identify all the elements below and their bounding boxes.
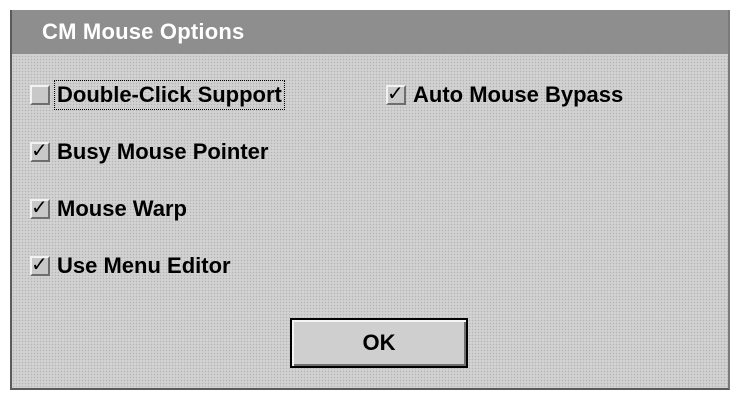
mouse-warp-checkbox[interactable]: ✓ bbox=[30, 195, 50, 219]
busy-mouse-pointer-label[interactable]: Busy Mouse Pointer bbox=[55, 138, 270, 166]
auto-mouse-bypass-option[interactable]: ✓ Auto Mouse Bypass bbox=[386, 80, 625, 110]
auto-mouse-bypass-label[interactable]: Auto Mouse Bypass bbox=[411, 81, 625, 109]
checkmark-icon: ✓ bbox=[387, 81, 404, 105]
checkmark-icon: ✓ bbox=[31, 195, 48, 219]
use-menu-editor-label[interactable]: Use Menu Editor bbox=[55, 252, 233, 280]
double-click-support-label[interactable]: Double-Click Support bbox=[54, 80, 285, 110]
busy-mouse-pointer-option[interactable]: ✓ Busy Mouse Pointer bbox=[30, 137, 270, 167]
checkmark-icon: ✓ bbox=[31, 138, 48, 162]
title-bar[interactable]: CM Mouse Options bbox=[12, 10, 728, 54]
window-title: CM Mouse Options bbox=[42, 19, 245, 44]
mouse-options-dialog: CM Mouse Options ✓ Double-Click Support … bbox=[10, 10, 730, 390]
busy-mouse-pointer-checkbox[interactable]: ✓ bbox=[30, 138, 50, 162]
double-click-support-option[interactable]: ✓ Double-Click Support bbox=[30, 80, 285, 110]
double-click-support-checkbox[interactable]: ✓ bbox=[30, 85, 50, 105]
mouse-warp-label[interactable]: Mouse Warp bbox=[55, 195, 189, 223]
checkmark-icon: ✓ bbox=[31, 252, 48, 276]
ok-button[interactable]: OK bbox=[290, 318, 468, 368]
mouse-warp-option[interactable]: ✓ Mouse Warp bbox=[30, 194, 189, 224]
use-menu-editor-checkbox[interactable]: ✓ bbox=[30, 252, 50, 276]
auto-mouse-bypass-checkbox[interactable]: ✓ bbox=[386, 81, 406, 105]
use-menu-editor-option[interactable]: ✓ Use Menu Editor bbox=[30, 251, 233, 281]
